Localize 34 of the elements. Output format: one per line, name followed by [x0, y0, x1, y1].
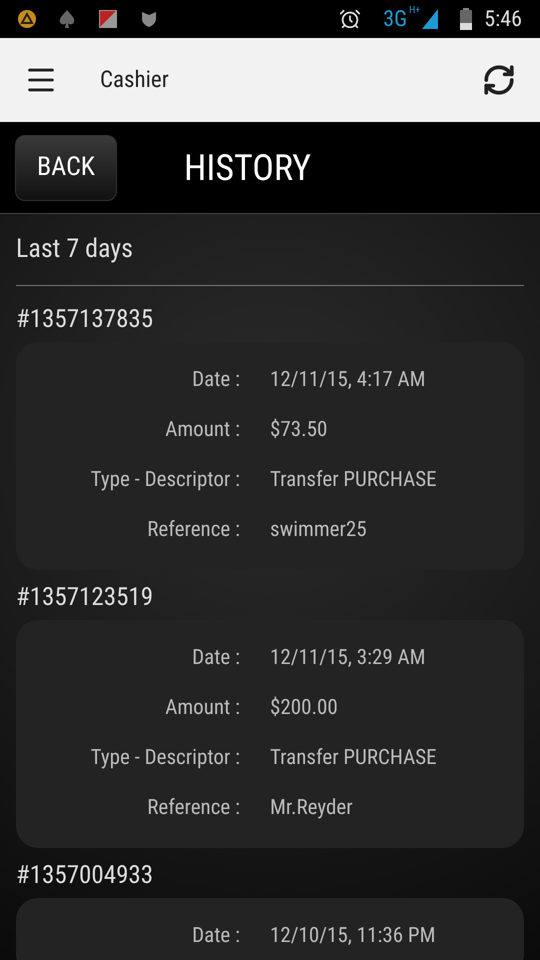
- field-value: $200.00: [270, 695, 338, 722]
- transaction-id: #1357137835: [16, 304, 154, 336]
- field-value: Mr.Reyder: [270, 795, 353, 822]
- field-value: $73.50: [270, 417, 328, 444]
- battery-icon: [460, 8, 472, 30]
- section-heading: Last 7 days: [16, 233, 133, 266]
- field-label: Amount :: [164, 695, 240, 722]
- field-label: Type - Descriptor :: [90, 467, 240, 494]
- page-title: HISTORY: [184, 146, 312, 190]
- transaction-id: #1357004933: [16, 860, 154, 892]
- field-label: Date :: [191, 645, 240, 672]
- alarm-icon: [339, 8, 362, 30]
- field-value: swimmer25: [270, 517, 367, 544]
- field-value: 12/11/15, 3:29 AM: [270, 645, 426, 672]
- back-button[interactable]: BACK: [15, 134, 117, 200]
- field-value: Transfer PURCHASE: [270, 467, 437, 494]
- spade-icon: [58, 9, 76, 29]
- field-value: 12/10/15, 11:36 PM: [270, 923, 436, 950]
- field-label: Reference :: [146, 795, 240, 822]
- app-icon: [18, 10, 36, 28]
- app-title: Cashier: [100, 64, 170, 95]
- field-label: Reference :: [146, 517, 240, 544]
- clock-time: 5:46: [484, 6, 522, 34]
- field-label: Date :: [191, 923, 240, 950]
- field-label: Type - Descriptor :: [90, 745, 240, 772]
- signal-icon: [422, 9, 438, 29]
- field-value: Transfer PURCHASE: [270, 745, 437, 772]
- refresh-icon[interactable]: [482, 63, 516, 97]
- field-label: Amount :: [164, 417, 240, 444]
- field-label: Date :: [191, 367, 240, 394]
- transaction-id: #1357123519: [16, 582, 154, 614]
- field-value: 12/11/15, 4:17 AM: [270, 367, 426, 394]
- network-subtype: H+: [409, 4, 420, 18]
- network-type: 3G: [383, 6, 408, 34]
